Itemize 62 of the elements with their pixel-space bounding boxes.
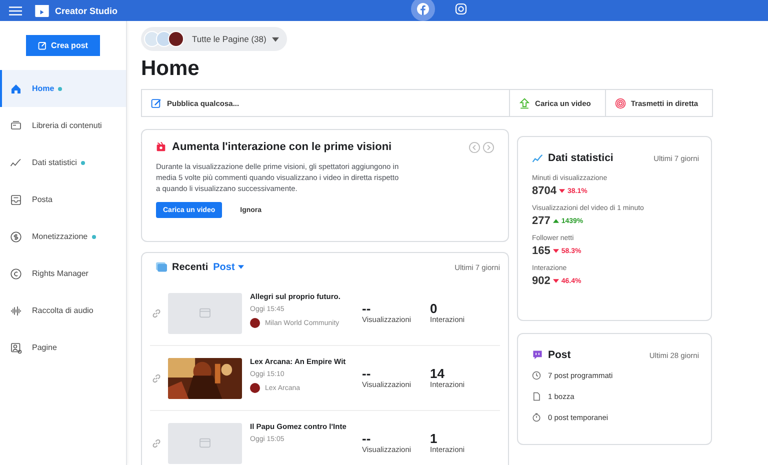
stat-value: 277 <box>532 215 550 227</box>
facebook-icon <box>417 3 429 15</box>
inbox-icon <box>10 194 22 206</box>
sidebar-item[interactable]: Pagine <box>0 329 126 366</box>
chat-icon <box>532 350 543 360</box>
image-icon <box>199 308 211 318</box>
stat-value: 902 <box>532 275 550 287</box>
upload-icon <box>519 98 530 108</box>
stat-value: 165 <box>532 245 550 257</box>
app-title: Creator Studio <box>55 6 118 16</box>
page-avatar <box>250 383 260 393</box>
thumbnail-placeholder[interactable] <box>168 422 242 464</box>
create-post-button[interactable]: Crea post <box>26 35 100 56</box>
facebook-tab[interactable] <box>411 0 435 21</box>
thumbnail-placeholder[interactable] <box>168 292 242 334</box>
broadcast-icon <box>614 98 626 108</box>
link-icon <box>151 372 162 384</box>
stat-value: 8704 <box>532 185 556 197</box>
page-title: Home <box>141 57 200 81</box>
copyright-icon <box>10 268 22 280</box>
audio-wave-icon <box>10 304 22 316</box>
caret-icon <box>238 265 244 269</box>
home-icon <box>10 82 22 94</box>
edit-icon <box>151 98 162 108</box>
sidebar-item[interactable]: Monetizzazione <box>0 218 126 255</box>
card-title: Aumenta l'interazione con le prime visioni <box>172 141 393 153</box>
menu-icon[interactable] <box>9 6 22 16</box>
instagram-icon <box>455 3 467 15</box>
stopwatch-icon <box>532 412 541 422</box>
library-icon <box>10 120 22 132</box>
views-count: -- <box>362 432 372 445</box>
sidebar-item[interactable]: Dati statistici <box>0 144 126 181</box>
page-selector[interactable]: Tutte le Pagine (38) <box>141 27 288 51</box>
sidebar-item[interactable]: Home <box>0 70 126 107</box>
image-icon <box>199 438 211 448</box>
link-icon <box>151 438 162 448</box>
card-title: Recenti <box>172 262 208 272</box>
views-count: -- <box>362 367 372 380</box>
sidebar-item[interactable]: Posta <box>0 181 126 218</box>
profile-icon <box>10 342 22 354</box>
line-chart-icon <box>532 153 543 163</box>
interactions-count: 1 <box>430 432 438 445</box>
clock-icon <box>532 370 541 380</box>
interactions-count: 14 <box>430 367 446 380</box>
sidebar-item[interactable]: Rights Manager <box>0 255 126 292</box>
edit-icon <box>38 41 48 50</box>
link-icon <box>151 308 162 318</box>
page-avatar <box>250 318 260 328</box>
caret-icon <box>272 36 280 42</box>
views-count: -- <box>362 302 372 315</box>
post-filter-dropdown[interactable]: Post <box>213 262 244 272</box>
document-icon <box>532 392 541 400</box>
line-chart-icon <box>10 156 22 168</box>
video-icon <box>35 4 49 16</box>
interactions-count: 0 <box>430 302 438 315</box>
posts-icon <box>156 262 167 272</box>
dollar-icon <box>10 230 22 242</box>
sidebar-item[interactable]: Libreria di contenuti <box>0 107 126 144</box>
sidebar-item[interactable]: Raccolta di audio <box>0 292 126 329</box>
card-title: Post <box>548 349 571 361</box>
calendar-icon <box>156 142 166 152</box>
card-title: Dati statistici <box>548 152 614 164</box>
